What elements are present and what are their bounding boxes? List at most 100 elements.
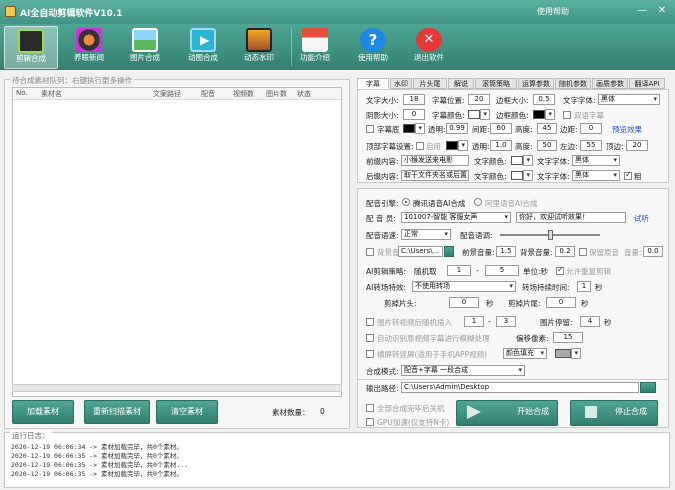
compose-mode-select[interactable]: 配音+字幕 一段合成 xyxy=(401,365,525,376)
prefix-color-swatch[interactable] xyxy=(511,156,523,165)
prefix-color-dropdown[interactable] xyxy=(523,155,533,166)
image-insert-from-input[interactable]: 1 xyxy=(464,316,484,327)
tone-slider-handle[interactable] xyxy=(548,230,553,240)
col-images[interactable]: 图片数 xyxy=(266,89,287,99)
random-to-input[interactable]: 5 xyxy=(485,265,519,276)
minimize-icon[interactable]: — xyxy=(636,5,648,17)
font-size-input[interactable]: 18 xyxy=(403,94,425,105)
toolbar-help[interactable]: ? 使用帮助 xyxy=(346,26,400,69)
subtitle-pos-input[interactable]: 20 xyxy=(468,94,490,105)
voice-select[interactable]: 101007-智能 客服女声 xyxy=(401,212,511,223)
subtitle-bg-swatch[interactable] xyxy=(403,124,415,133)
tab-quality-params[interactable]: 画质参数 xyxy=(592,78,628,89)
shadow-size-input[interactable]: 0 xyxy=(403,109,425,120)
toolbar-news[interactable]: 养眼新闻 xyxy=(62,26,116,69)
start-compose-button[interactable]: 开始合成 xyxy=(456,400,558,426)
bg-volume-input[interactable]: 0.2 xyxy=(555,246,575,257)
preview-link[interactable]: 预览效果 xyxy=(612,124,642,135)
close-icon[interactable]: ✕ xyxy=(656,5,668,17)
suffix-color-dropdown[interactable] xyxy=(523,170,533,181)
dual-subtitle-checkbox[interactable] xyxy=(563,111,571,119)
fill-mode-select[interactable]: 颜色填充 xyxy=(503,348,547,359)
toolbar-exit[interactable]: ✕ 退出软件 xyxy=(402,26,456,69)
toolbar-gif-compose[interactable]: ▶ 动图合成 xyxy=(176,26,230,69)
fg-volume-input[interactable]: 1.5 xyxy=(496,246,516,257)
gpu-checkbox[interactable] xyxy=(366,418,374,426)
margin-input[interactable]: 0 xyxy=(580,123,602,134)
landscape-to-portrait-checkbox[interactable] xyxy=(366,350,374,358)
blur-offset-input[interactable]: 15 xyxy=(553,332,583,343)
horizontal-scrollbar[interactable] xyxy=(12,384,342,392)
prefix-font-select[interactable]: 黑体 xyxy=(572,155,620,166)
material-list[interactable]: No. 素材名 文案路径 配音 视频数 图片数 状态 xyxy=(12,87,342,397)
toolbar-features[interactable]: 功能介绍 xyxy=(288,26,342,69)
suffix-color-swatch[interactable] xyxy=(511,171,523,180)
suffix-input[interactable]: 取于文件夹名或后置 xyxy=(401,170,469,181)
top-subtitle-enable-checkbox[interactable] xyxy=(416,142,424,150)
prefix-input[interactable]: 小猴发送来电影 xyxy=(401,155,469,166)
output-browse-button[interactable] xyxy=(640,382,656,393)
top-opacity-input[interactable]: 1.0 xyxy=(490,140,512,151)
top-subtitle-color-swatch[interactable] xyxy=(446,141,458,150)
col-voice[interactable]: 配音 xyxy=(201,89,215,99)
fill-color-dropdown[interactable] xyxy=(571,348,581,359)
cut-tail-input[interactable]: 0 xyxy=(546,297,576,308)
col-no[interactable]: No. xyxy=(16,89,28,97)
output-path-input[interactable]: C:\Users\Admin\Desktop xyxy=(401,382,639,393)
subtitle-bg-dropdown[interactable] xyxy=(415,123,425,134)
shutdown-checkbox[interactable] xyxy=(366,404,374,412)
col-videos[interactable]: 视频数 xyxy=(233,89,254,99)
subtitle-color-dropdown[interactable] xyxy=(480,109,490,120)
top-subtitle-color-dropdown[interactable] xyxy=(458,140,468,151)
image-duration-input[interactable]: 4 xyxy=(580,316,600,327)
transition-time-input[interactable]: 1 xyxy=(577,281,591,292)
col-status[interactable]: 状态 xyxy=(297,89,311,99)
blur-subtitle-checkbox[interactable] xyxy=(366,334,374,342)
toolbar-clip-compose[interactable]: 剪辑合成 xyxy=(4,26,58,69)
image-insert-to-input[interactable]: 3 xyxy=(496,316,516,327)
suffix-font-select[interactable]: 黑体 xyxy=(572,170,620,181)
keep-audio-checkbox[interactable] xyxy=(579,248,587,256)
load-material-button[interactable]: 加载素材 xyxy=(12,400,74,424)
bgm-checkbox[interactable] xyxy=(366,248,374,256)
bgm-path-input[interactable]: C:\Users\... xyxy=(398,246,443,257)
border-color-swatch[interactable] xyxy=(533,110,545,119)
col-script[interactable]: 文案路径 xyxy=(153,89,181,99)
tab-roller-strategy[interactable]: 滚筒策略 xyxy=(475,78,517,89)
tab-intro-outro[interactable]: 片头尾 xyxy=(413,78,447,89)
speed-select[interactable]: 正常 xyxy=(401,229,451,240)
tab-translate-api[interactable]: 翻译API xyxy=(629,78,665,89)
transition-select[interactable]: 不使用转场 xyxy=(412,281,516,292)
tab-compute-params[interactable]: 运算参数 xyxy=(518,78,554,89)
border-color-dropdown[interactable] xyxy=(545,109,555,120)
engine-tencent-radio[interactable] xyxy=(402,198,410,206)
subtitle-bg-checkbox[interactable] xyxy=(366,125,374,133)
toolbar-image-compose[interactable]: 图片合成 xyxy=(118,26,172,69)
image-insert-checkbox[interactable] xyxy=(366,318,374,326)
font-select[interactable]: 黑体 xyxy=(598,94,660,105)
cut-head-input[interactable]: 0 xyxy=(449,297,479,308)
bgm-browse-button[interactable] xyxy=(444,246,454,257)
tab-random-params[interactable]: 随机参数 xyxy=(555,78,591,89)
fill-color-swatch[interactable] xyxy=(555,349,571,358)
toolbar-watermark[interactable]: 动态水印 xyxy=(232,26,286,69)
top-top-input[interactable]: 20 xyxy=(626,140,648,151)
tab-subtitle[interactable]: 字幕 xyxy=(357,78,389,89)
col-name[interactable]: 素材名 xyxy=(41,89,62,99)
random-from-input[interactable]: 1 xyxy=(447,265,471,276)
allow-repeat-checkbox[interactable] xyxy=(556,265,564,275)
listen-link[interactable]: 试听 xyxy=(634,213,649,224)
top-left-input[interactable]: 55 xyxy=(580,140,602,151)
bold-checkbox[interactable] xyxy=(624,170,632,180)
help-link[interactable]: 使用帮助 xyxy=(537,6,569,17)
top-height-input[interactable]: 50 xyxy=(537,140,557,151)
rescan-material-button[interactable]: 重新扫描素材 xyxy=(84,400,150,424)
subtitle-color-swatch[interactable] xyxy=(468,110,480,119)
height-input[interactable]: 45 xyxy=(537,123,557,134)
tab-narration[interactable]: 解说 xyxy=(448,78,474,89)
border-size-input[interactable]: 0.5 xyxy=(533,94,555,105)
opacity-input[interactable]: 0.99 xyxy=(446,123,468,134)
spacing-input[interactable]: 60 xyxy=(490,123,512,134)
engine-ali-radio[interactable] xyxy=(474,198,482,206)
tab-watermark[interactable]: 水印 xyxy=(390,78,412,89)
